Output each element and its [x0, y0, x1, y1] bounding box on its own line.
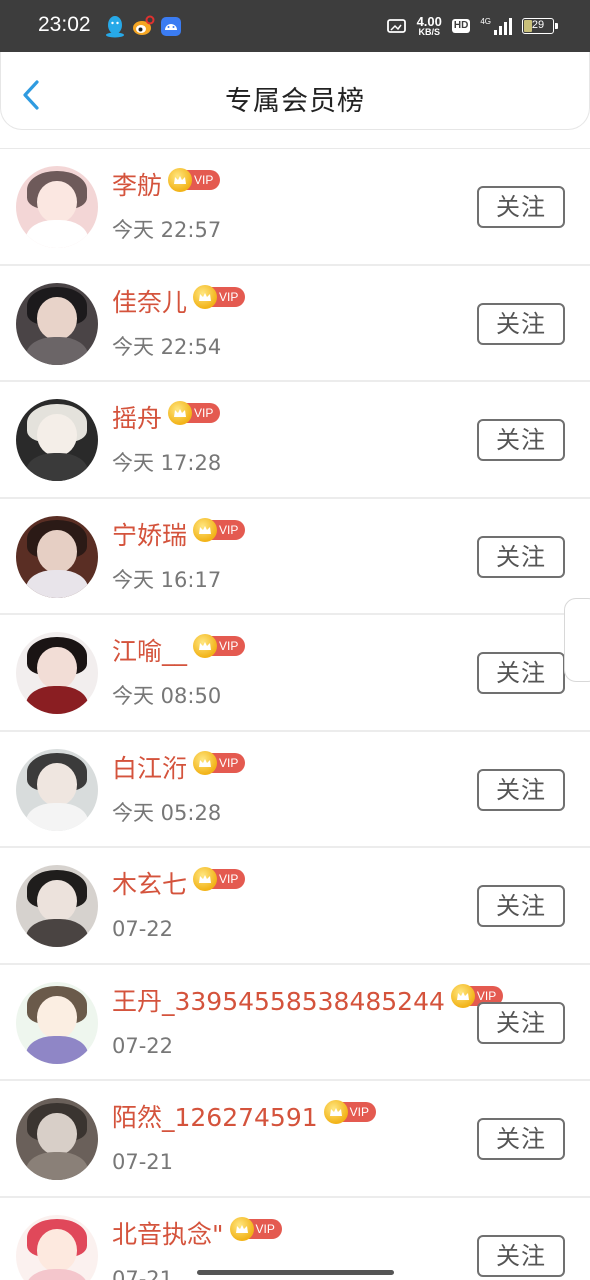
crown-icon	[168, 168, 193, 192]
avatar[interactable]	[16, 166, 98, 248]
vip-badge: VIP	[193, 867, 246, 891]
hd-badge: HD	[451, 19, 471, 33]
vip-badge: VIP	[323, 1100, 376, 1124]
vip-badge: VIP	[229, 1216, 282, 1241]
qq-icon	[106, 16, 124, 38]
crown-icon	[193, 867, 218, 891]
weibo-icon	[133, 15, 155, 35]
list-item[interactable]: 王丹_33954558538485244 VIP 07-22 关注	[0, 965, 590, 1081]
crown-icon	[193, 517, 218, 542]
list-item[interactable]: 陌然_126274591 VIP 07-21 关注	[0, 1081, 590, 1198]
visit-time: 今天 05:28	[112, 800, 222, 825]
status-bar: 23:02 4.00 KB/S HD 4G 29	[0, 0, 590, 52]
crown-icon	[193, 750, 218, 775]
follow-button[interactable]: 关注	[477, 1234, 565, 1277]
user-name[interactable]: 北音执念"	[112, 1218, 224, 1252]
crown-icon	[168, 401, 193, 425]
follow-button[interactable]: 关注	[477, 885, 565, 927]
user-name[interactable]: 摇舟	[112, 402, 162, 436]
avatar[interactable]	[16, 748, 98, 831]
user-name[interactable]: 江喻__	[112, 635, 187, 669]
list-item[interactable]: 木玄七 VIP 07-22 关注	[0, 848, 590, 965]
user-name[interactable]: 佳奈儿	[112, 286, 187, 320]
vip-badge: VIP	[193, 634, 246, 658]
network-speed: 4.00 KB/S	[416, 14, 442, 37]
avatar[interactable]	[16, 632, 98, 714]
follow-button[interactable]: 关注	[477, 186, 565, 228]
follow-button[interactable]: 关注	[477, 1001, 565, 1044]
list-item[interactable]: 摇舟 VIP 今天 17:28 关注	[0, 382, 590, 499]
user-name[interactable]: 陌然_126274591	[112, 1101, 318, 1135]
follow-button[interactable]: 关注	[477, 1118, 565, 1160]
page-title: 专属会员榜	[225, 86, 365, 117]
list-item[interactable]: 江喻__ VIP 今天 08:50 关注	[0, 615, 590, 732]
follow-button[interactable]: 关注	[477, 768, 565, 811]
crown-icon	[450, 983, 475, 1008]
page-header: 专属会员榜	[0, 52, 590, 130]
visit-time: 今天 16:17	[112, 567, 222, 592]
vip-badge: VIP	[193, 750, 246, 775]
list-item[interactable]: 白江洐 VIP 今天 05:28 关注	[0, 732, 590, 848]
visit-time: 07-21	[112, 1150, 174, 1174]
battery-level: 29	[531, 19, 545, 31]
avatar[interactable]	[16, 1214, 98, 1280]
home-indicator[interactable]	[197, 1270, 394, 1275]
follow-button[interactable]: 关注	[477, 419, 565, 461]
visit-time: 今天 22:54	[112, 334, 222, 359]
visit-time: 07-21	[112, 1266, 174, 1280]
vip-badge: VIP	[193, 284, 246, 309]
avatar[interactable]	[16, 1098, 98, 1180]
visit-time: 今天 22:57	[112, 218, 222, 242]
avatar[interactable]	[16, 865, 98, 947]
status-time: 23:02	[38, 13, 91, 36]
user-name[interactable]: 宁娇瑞	[112, 519, 187, 553]
list-item[interactable]: 宁娇瑞 VIP 今天 16:17 关注	[0, 499, 590, 615]
screen-cast-icon	[386, 19, 406, 33]
user-name[interactable]: 王丹_33954558538485244	[112, 985, 445, 1019]
battery-icon: 29	[522, 18, 558, 34]
visit-time: 07-22	[112, 1033, 174, 1058]
visit-time: 今天 17:28	[112, 451, 222, 475]
user-name[interactable]: 木玄七	[112, 868, 187, 902]
list-item[interactable]: 李舫 VIP 今天 22:57 关注	[0, 149, 590, 266]
signal-icon: 4G	[480, 17, 512, 35]
crown-icon	[229, 1216, 254, 1241]
side-panel-handle[interactable]	[564, 598, 590, 682]
user-name[interactable]: 白江洐	[112, 752, 187, 786]
vip-badge: VIP	[168, 168, 221, 192]
crown-icon	[193, 284, 218, 309]
visit-time: 07-22	[112, 917, 174, 941]
member-list: 李舫 VIP 今天 22:57 关注 佳奈儿 VIP 今天 22:54 关注 摇…	[0, 148, 590, 1280]
crown-icon	[193, 634, 218, 658]
avatar[interactable]	[16, 399, 98, 481]
avatar[interactable]	[16, 515, 98, 598]
follow-button[interactable]: 关注	[477, 535, 565, 578]
avatar[interactable]	[16, 282, 98, 365]
list-item[interactable]: 北音执念" VIP 07-21 关注	[0, 1198, 590, 1280]
list-item[interactable]: 佳奈儿 VIP 今天 22:54 关注	[0, 266, 590, 382]
vip-badge: VIP	[193, 517, 246, 542]
avatar[interactable]	[16, 981, 98, 1064]
visit-time: 今天 08:50	[112, 684, 222, 708]
user-name[interactable]: 李舫	[112, 169, 162, 203]
vip-badge: VIP	[168, 401, 221, 425]
android-icon	[161, 17, 181, 36]
follow-button[interactable]: 关注	[477, 652, 565, 694]
follow-button[interactable]: 关注	[477, 302, 565, 345]
crown-icon	[323, 1100, 348, 1124]
